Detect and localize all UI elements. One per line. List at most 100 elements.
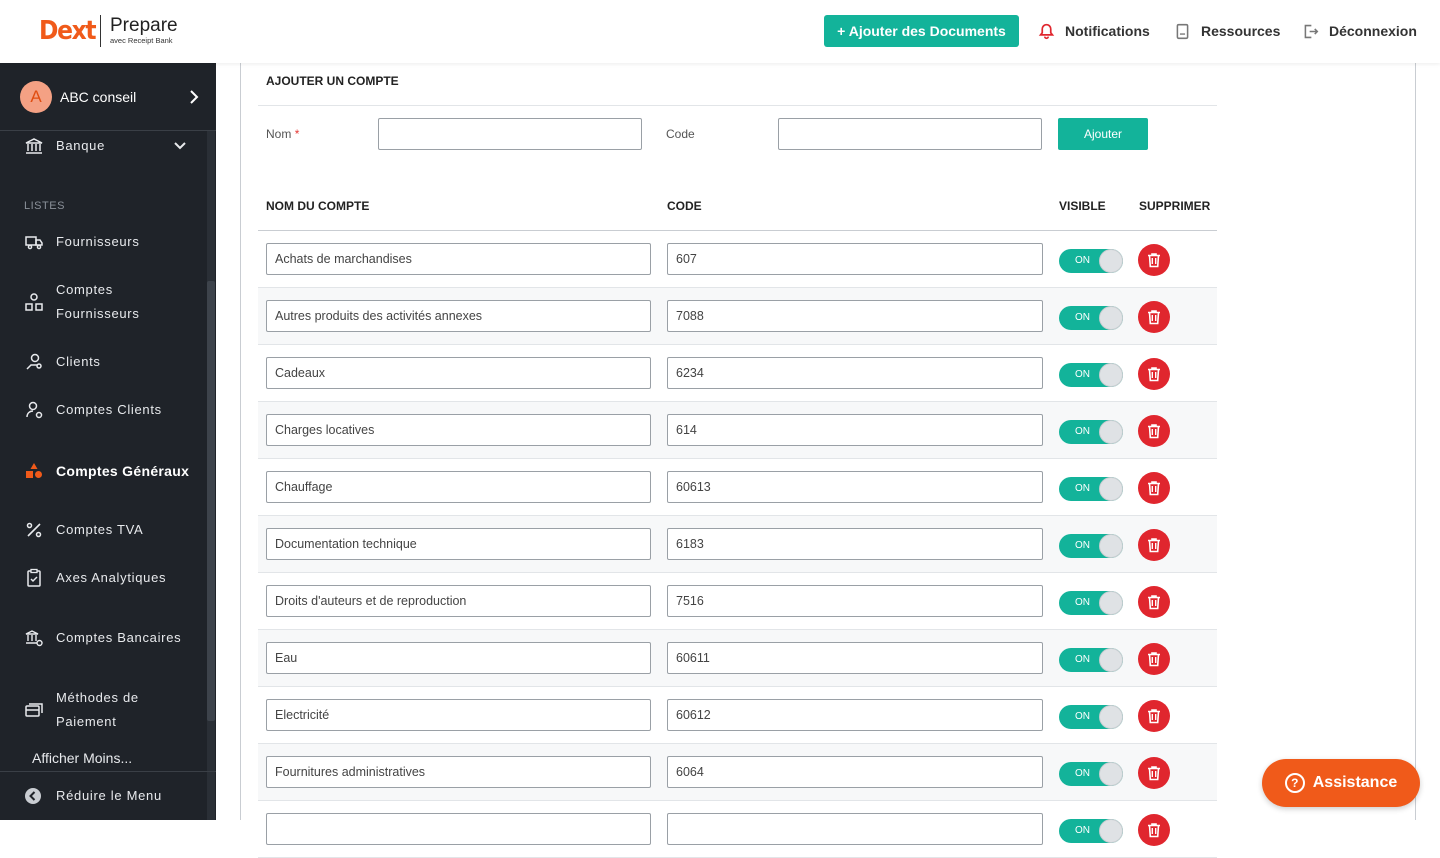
delete-button[interactable] <box>1138 244 1170 276</box>
sidebar-item-bank[interactable]: Banque <box>0 134 207 158</box>
sidebar: A ABC conseil Banque LISTES Fournisseurs… <box>0 63 216 820</box>
account-name-field[interactable]: Charges locatives <box>266 414 651 446</box>
chevron-down-icon <box>174 142 186 150</box>
account-name-field[interactable]: Documentation technique <box>266 528 651 560</box>
sidebar-item-general-accounts[interactable]: Comptes Généraux <box>0 447 207 495</box>
toggle-knob <box>1099 477 1123 501</box>
account-code-field[interactable]: 60612 <box>667 699 1043 731</box>
account-code-field[interactable]: 7516 <box>667 585 1043 617</box>
delete-button[interactable] <box>1138 757 1170 789</box>
percent-icon <box>24 520 44 540</box>
sidebar-item-label: Clients <box>56 354 101 369</box>
delete-button[interactable] <box>1138 415 1170 447</box>
account-code-field[interactable]: 60611 <box>667 642 1043 674</box>
toggle-state-label: ON <box>1075 426 1090 437</box>
delete-button[interactable] <box>1138 529 1170 561</box>
logout-link[interactable]: Déconnexion <box>1302 21 1417 41</box>
collapse-menu-label: Réduire le Menu <box>56 788 162 803</box>
account-code-field[interactable]: 6064 <box>667 756 1043 788</box>
delete-button[interactable] <box>1138 814 1170 846</box>
toggle-knob <box>1099 363 1123 387</box>
account-name-field[interactable] <box>266 813 651 845</box>
account-name-field[interactable]: Droits d'auteurs et de reproduction <box>266 585 651 617</box>
assistance-button[interactable]: ? Assistance <box>1262 759 1420 807</box>
visible-toggle[interactable]: ON <box>1059 819 1123 843</box>
sidebar-scroll-thumb[interactable] <box>207 281 215 721</box>
sidebar-item-client-accounts[interactable]: Comptes Clients <box>0 398 207 422</box>
add-documents-button[interactable]: + Ajouter des Documents <box>824 15 1019 47</box>
account-code-field[interactable]: 607 <box>667 243 1043 275</box>
sidebar-item-label: Fournisseurs <box>56 234 140 249</box>
resources-link[interactable]: Ressources <box>1174 21 1280 41</box>
delete-button[interactable] <box>1138 586 1170 618</box>
account-name-input[interactable] <box>378 118 642 150</box>
delete-button[interactable] <box>1138 700 1170 732</box>
payment-icon <box>24 700 44 720</box>
bank-accounts-icon <box>24 628 44 648</box>
visible-toggle[interactable]: ON <box>1059 762 1123 786</box>
logo-product-text: Prepare <box>110 15 178 36</box>
sidebar-item-vat-accounts[interactable]: Comptes TVA <box>0 518 207 542</box>
collapse-menu-button[interactable]: Réduire le Menu <box>0 771 216 820</box>
account-name-field[interactable]: Autres produits des activités annexes <box>266 300 651 332</box>
notifications-link[interactable]: Notifications <box>1038 21 1150 41</box>
client-accounts-icon <box>24 400 44 420</box>
sidebar-item-analytic-axes[interactable]: Axes Analytiques <box>0 566 207 590</box>
account-name-field[interactable]: Chauffage <box>266 471 651 503</box>
visible-toggle[interactable]: ON <box>1059 249 1123 273</box>
sidebar-scrollbar[interactable] <box>207 131 215 820</box>
delete-button[interactable] <box>1138 358 1170 390</box>
visible-toggle[interactable]: ON <box>1059 591 1123 615</box>
delete-button[interactable] <box>1138 301 1170 333</box>
visible-toggle[interactable]: ON <box>1059 306 1123 330</box>
help-icon: ? <box>1284 773 1305 793</box>
clipboard-icon <box>24 568 44 588</box>
required-mark: * <box>294 127 300 141</box>
visible-toggle[interactable]: ON <box>1059 534 1123 558</box>
table-row: Documentation technique 6183 ON <box>258 516 1217 573</box>
resources-label: Ressources <box>1201 23 1281 39</box>
account-code-field[interactable]: 7088 <box>667 300 1043 332</box>
sidebar-item-bank-accounts[interactable]: Comptes Bancaires <box>0 614 207 662</box>
sidebar-item-label: Comptes Clients <box>56 402 162 417</box>
chevron-right-icon <box>190 90 199 104</box>
account-switcher[interactable]: A ABC conseil <box>0 63 216 131</box>
dext-prepare-logo[interactable]: Dext Prepare avec Receipt Bank <box>39 15 178 47</box>
account-name-field[interactable]: Achats de marchandises <box>266 243 651 275</box>
table-row: Fournitures administratives 6064 ON <box>258 744 1217 801</box>
trash-icon <box>1148 481 1160 496</box>
table-row: Cadeaux 6234 ON <box>258 345 1217 402</box>
show-less-link[interactable]: Afficher Moins... <box>32 750 132 766</box>
trash-icon <box>1148 709 1160 724</box>
delete-button[interactable] <box>1138 472 1170 504</box>
account-name-field[interactable]: Fournitures administratives <box>266 756 651 788</box>
account-code-field[interactable]: 6183 <box>667 528 1043 560</box>
top-header: Dext Prepare avec Receipt Bank + Ajouter… <box>0 0 1440 63</box>
divider <box>258 105 1217 106</box>
account-code-field[interactable]: 614 <box>667 414 1043 446</box>
visible-toggle[interactable]: ON <box>1059 705 1123 729</box>
account-code-input[interactable] <box>778 118 1042 150</box>
account-name-field[interactable]: Cadeaux <box>266 357 651 389</box>
notifications-label: Notifications <box>1065 23 1150 39</box>
visible-toggle[interactable]: ON <box>1059 420 1123 444</box>
logout-label: Déconnexion <box>1329 23 1417 39</box>
sidebar-item-suppliers[interactable]: Fournisseurs <box>0 230 207 254</box>
sidebar-item-supplier-accounts[interactable]: Comptes Fournisseurs <box>0 278 207 326</box>
account-name-field[interactable]: Electricité <box>266 699 651 731</box>
account-code-field[interactable]: 60613 <box>667 471 1043 503</box>
sidebar-item-label: Comptes Bancaires <box>56 630 182 645</box>
account-name-field[interactable]: Eau <box>266 642 651 674</box>
add-account-button[interactable]: Ajouter <box>1058 118 1148 150</box>
trash-icon <box>1148 823 1160 838</box>
account-code-field[interactable]: 6234 <box>667 357 1043 389</box>
sidebar-item-payment-methods[interactable]: Méthodes de Paiement <box>0 686 207 734</box>
visible-toggle[interactable]: ON <box>1059 363 1123 387</box>
toggle-state-label: ON <box>1075 654 1090 665</box>
truck-icon <box>24 232 44 252</box>
delete-button[interactable] <box>1138 643 1170 675</box>
visible-toggle[interactable]: ON <box>1059 648 1123 672</box>
account-code-field[interactable] <box>667 813 1043 845</box>
sidebar-item-clients[interactable]: Clients <box>0 350 207 374</box>
visible-toggle[interactable]: ON <box>1059 477 1123 501</box>
